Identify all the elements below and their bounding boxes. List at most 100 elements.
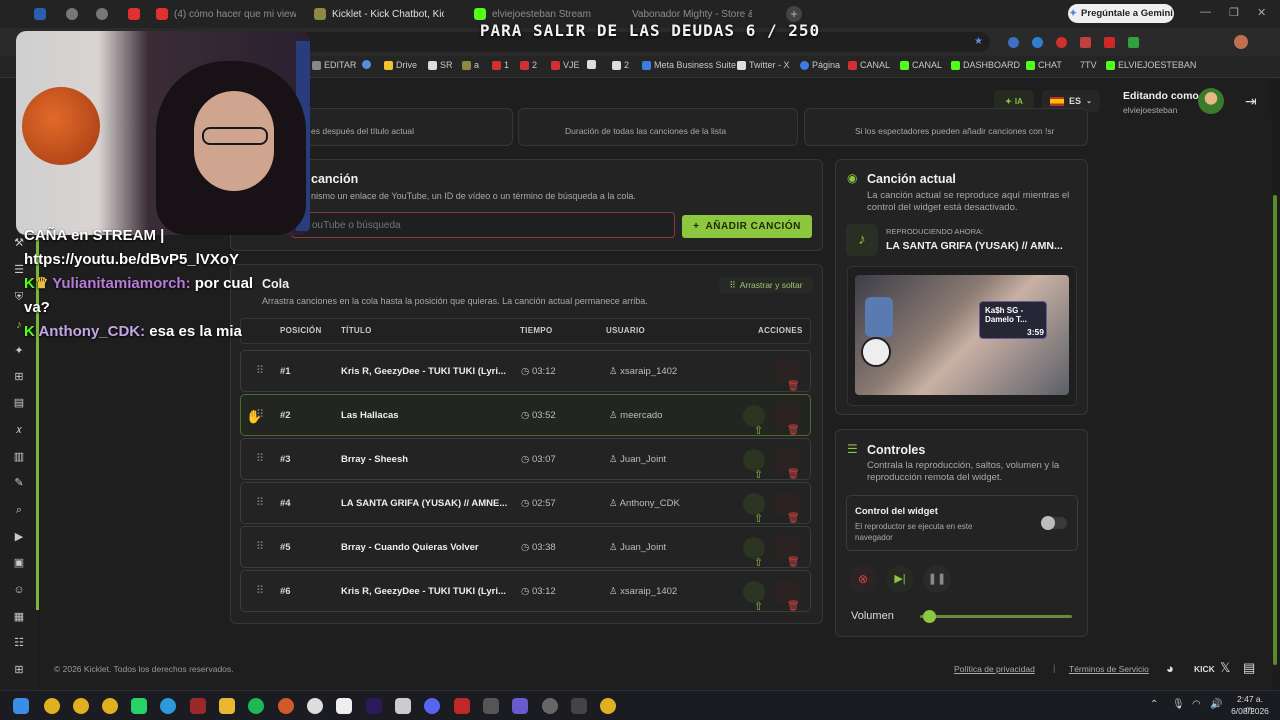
chrome-icon[interactable] <box>73 698 89 714</box>
terms-link[interactable]: Términos de Servicio <box>1069 664 1149 674</box>
clipboard-icon[interactable]: ▣ <box>12 556 26 570</box>
extension-icon[interactable] <box>1104 37 1115 48</box>
edge-icon[interactable] <box>160 698 176 714</box>
premiere-icon[interactable] <box>366 698 382 714</box>
chatgpt-icon[interactable] <box>307 698 323 714</box>
apps-icon[interactable]: ⊞ <box>12 663 26 677</box>
discord-icon[interactable] <box>424 698 440 714</box>
delete-button[interactable]: 🗑 <box>775 449 800 480</box>
move-up-button[interactable]: ⇧ <box>743 405 765 437</box>
drag-handle-icon[interactable]: ⠿ <box>256 584 264 597</box>
close-icon[interactable]: ✕ <box>1257 6 1266 19</box>
delete-button[interactable]: 🗑 <box>775 361 800 392</box>
drag-handle-icon[interactable]: ⠿ <box>256 540 264 553</box>
add-song-button[interactable]: + AÑADIR CANCIÓN <box>682 215 812 238</box>
volume-slider-knob[interactable] <box>923 610 937 623</box>
app-icon[interactable] <box>278 698 294 714</box>
app-icon[interactable] <box>190 698 206 714</box>
bookmark[interactable]: a <box>462 60 479 70</box>
video-icon[interactable]: ▶ <box>12 530 26 544</box>
stop-button[interactable]: ⊗ <box>849 565 877 593</box>
app-icon[interactable] <box>512 698 528 714</box>
volume-icon[interactable]: 🔊 <box>1210 699 1222 710</box>
extension-icon[interactable] <box>1080 37 1091 48</box>
bookmark[interactable]: Drive <box>384 60 417 70</box>
clock-date[interactable]: 6/08/2026 <box>1228 706 1272 716</box>
tab[interactable] <box>34 2 54 26</box>
edit-icon[interactable]: ✎ <box>12 476 26 490</box>
folder-icon[interactable] <box>219 698 235 714</box>
app-icon[interactable] <box>483 698 499 714</box>
gemini-button[interactable]: ✦ Pregúntale a Gemini <box>1068 4 1174 23</box>
queue-row[interactable]: ⠿ #6 Kris R, GeezyDee - TUKI TUKI (Lyri.… <box>240 570 811 613</box>
tab[interactable] <box>96 2 116 26</box>
queue-row[interactable]: ⠿ #2 Las Hallacas ◷ 03:52 ♙ meercado ⇧ 🗑 <box>240 394 811 437</box>
bookmark[interactable]: DASHBOARD <box>951 60 1020 70</box>
document-icon[interactable]: ▤ <box>1243 660 1255 676</box>
star-icon[interactable]: ★ <box>974 36 983 47</box>
chrome-icon[interactable] <box>44 698 60 714</box>
capcut-icon[interactable] <box>395 698 411 714</box>
spotify-icon[interactable] <box>248 698 264 714</box>
app-icon[interactable] <box>454 698 470 714</box>
move-up-button[interactable]: ⇧ <box>743 581 765 613</box>
whatsapp-icon[interactable] <box>131 698 147 714</box>
minimize-icon[interactable]: — <box>1200 6 1211 18</box>
bookmark[interactable] <box>587 60 596 69</box>
queue-row[interactable]: ⠿ #1 Kris R, GeezyDee - TUKI TUKI (Lyri.… <box>240 350 811 392</box>
store-icon[interactable]: ▤ <box>12 396 26 410</box>
chart-icon[interactable]: ▥ <box>12 450 26 464</box>
extension-icon[interactable] <box>1128 37 1139 48</box>
bookmark[interactable]: Página <box>800 60 840 70</box>
bookmark[interactable]: 1 <box>492 60 509 70</box>
film-icon[interactable]: ▦ <box>12 610 26 624</box>
chrome-icon[interactable] <box>600 698 616 714</box>
logout-icon[interactable]: ⇥ <box>1245 93 1257 110</box>
search-icon[interactable]: ⌕ <box>12 503 26 517</box>
widget-toggle[interactable] <box>1041 516 1067 530</box>
pause-button[interactable]: ❚❚ <box>923 565 951 593</box>
kick-icon[interactable]: KICK <box>1194 664 1215 674</box>
drag-handle-icon[interactable]: ⠿ <box>256 452 264 465</box>
tray-chevron-icon[interactable]: ⌃ <box>1150 699 1158 710</box>
bookmark[interactable]: 7TV <box>1080 60 1097 70</box>
bookmark[interactable]: Meta Business Suite <box>642 60 736 70</box>
chrome-icon[interactable] <box>102 698 118 714</box>
bookmark[interactable]: 2 <box>520 60 537 70</box>
mic-icon[interactable]: 🎙 <box>1172 699 1185 710</box>
variable-icon[interactable]: 𝑥 <box>12 423 26 437</box>
bookmark[interactable]: 2 <box>612 60 629 70</box>
user-avatar[interactable] <box>1198 88 1224 114</box>
delete-button[interactable]: 🗑 <box>775 405 800 436</box>
restore-icon[interactable]: ❐ <box>1229 6 1239 19</box>
skip-button[interactable]: ▶︎| <box>886 565 914 593</box>
delete-button[interactable]: 🗑 <box>775 537 800 568</box>
obs-icon[interactable] <box>542 698 558 714</box>
song-search-input[interactable] <box>291 212 675 238</box>
extension-icon[interactable] <box>1056 37 1067 48</box>
extension-icon[interactable] <box>1032 37 1043 48</box>
wifi-icon[interactable]: ◠ <box>1192 699 1201 710</box>
bookmark[interactable]: EDITAR <box>312 60 356 70</box>
new-tab-button[interactable]: + <box>786 6 802 22</box>
bookmark[interactable] <box>362 60 371 69</box>
profile-avatar[interactable] <box>1234 35 1248 49</box>
emoji-icon[interactable]: ☺ <box>12 583 26 597</box>
tab[interactable] <box>66 2 86 26</box>
bookmark[interactable]: ELVIEJOESTEBAN <box>1106 60 1196 70</box>
app-icon[interactable] <box>571 698 587 714</box>
privacy-link[interactable]: Política de privacidad <box>954 664 1035 674</box>
page-scrollbar[interactable] <box>1273 195 1277 665</box>
queue-row[interactable]: ⠿ #4 LA SANTA GRIFA (YUSAK) // AMNE... ◷… <box>240 482 811 525</box>
move-up-button[interactable]: ⇧ <box>743 493 765 525</box>
video-thumbnail[interactable]: Ka$h SG - Damelo T... 3:59 <box>855 275 1069 395</box>
bookmark[interactable]: CANAL <box>900 60 942 70</box>
form-icon[interactable]: ☷ <box>12 636 26 650</box>
discord-icon[interactable]: ◕ <box>1166 661 1174 676</box>
tab[interactable] <box>128 2 148 26</box>
notion-icon[interactable] <box>336 698 352 714</box>
volume-slider-track[interactable] <box>920 615 1072 618</box>
drag-handle-icon[interactable]: ⠿ <box>256 496 264 509</box>
move-up-button[interactable]: ⇧ <box>743 449 765 481</box>
delete-button[interactable]: 🗑 <box>775 581 800 612</box>
